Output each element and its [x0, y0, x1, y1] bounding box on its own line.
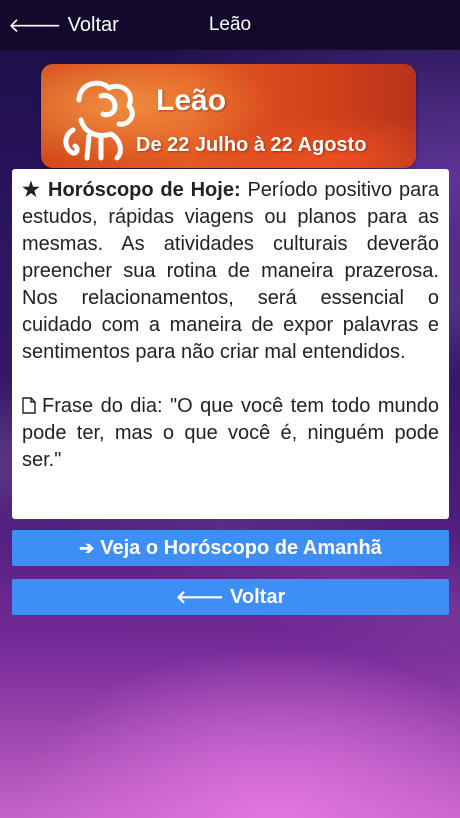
horoscope-card: ★ Horóscopo de Hoje: Período positivo pa…: [12, 169, 449, 519]
tomorrow-horoscope-label: Veja o Horóscopo de Amanhã: [100, 536, 382, 559]
banner-sign-name: Leão: [156, 84, 227, 117]
tomorrow-horoscope-button[interactable]: ➔ Veja o Horóscopo de Amanhã: [12, 530, 449, 566]
nav-back-button[interactable]: 🡐 Voltar: [8, 13, 119, 37]
back-button[interactable]: 🡐 Voltar: [12, 579, 449, 615]
star-icon: ★: [22, 179, 42, 201]
phrase-text: Frase do dia: "O que você tem todo mundo…: [22, 395, 439, 471]
horoscope-text: Período positivo para estudos, rápidas v…: [22, 179, 440, 363]
navigation-bar: 🡐 Voltar Leão: [0, 0, 460, 50]
horoscope-paragraph: ★ Horóscopo de Hoje: Período positivo pa…: [22, 177, 439, 366]
sign-banner: Leão De 22 Julho à 22 Agosto: [41, 64, 416, 168]
nav-back-label: Voltar: [67, 13, 119, 36]
horoscope-label: Horóscopo de Hoje:: [48, 179, 241, 201]
phrase-of-day: Frase do dia: "O que você tem todo mundo…: [22, 393, 439, 474]
banner-dates: De 22 Julho à 22 Agosto: [136, 134, 367, 156]
page-title: Leão: [208, 14, 252, 35]
lion-icon: [63, 80, 135, 161]
back-button-label: Voltar: [230, 585, 286, 608]
arrow-left-icon: 🡐: [8, 14, 62, 37]
document-icon: [22, 397, 36, 414]
arrow-left-icon: 🡐: [175, 586, 225, 607]
arrow-right-icon: ➔: [79, 537, 95, 558]
